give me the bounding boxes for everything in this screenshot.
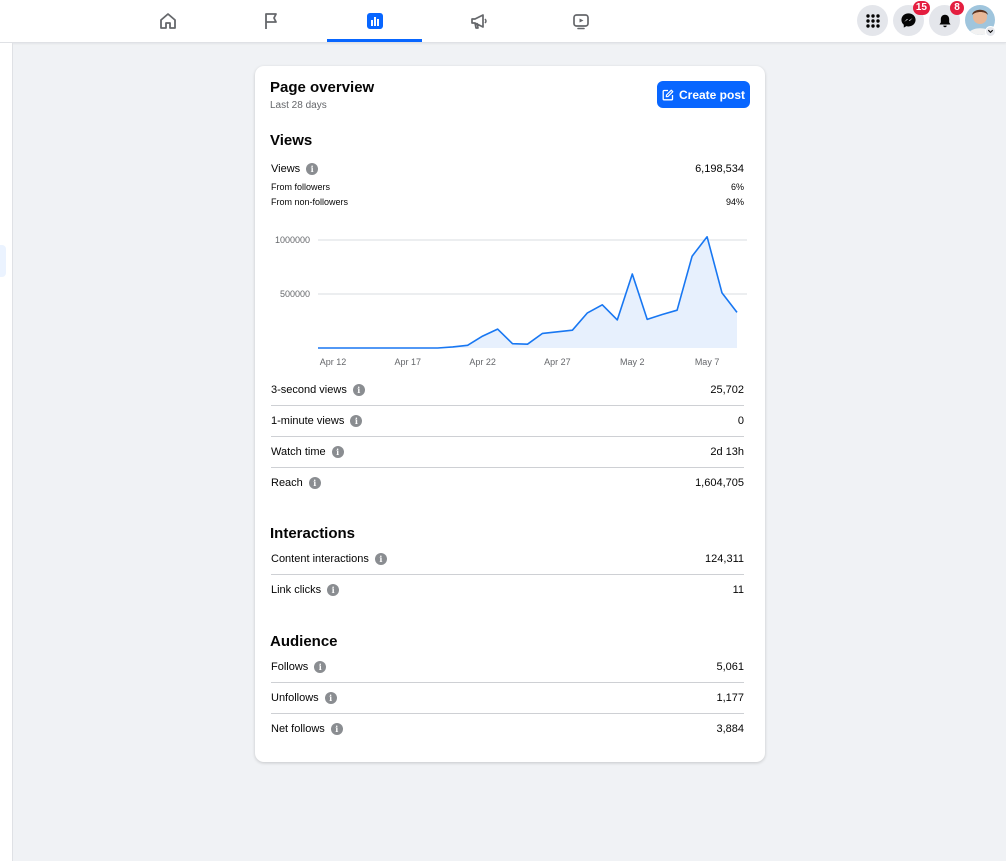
metric-value: 2d 13h — [710, 446, 744, 458]
info-icon[interactable]: i — [350, 415, 363, 427]
info-icon[interactable]: i — [327, 584, 340, 596]
nav-tab-home[interactable] — [120, 0, 215, 42]
metric-value: 11 — [732, 584, 744, 596]
info-icon[interactable]: i — [331, 446, 344, 458]
audience-heading: Audience — [270, 633, 338, 650]
grid-menu-icon — [865, 13, 880, 28]
y-tick-label: 500000 — [280, 289, 310, 299]
sidebar-active-indicator — [0, 245, 6, 277]
nav-tab-video[interactable] — [533, 0, 628, 42]
nav-tab-pages[interactable] — [223, 0, 318, 42]
metric-label: 3-second views — [271, 384, 347, 396]
x-tick-label: Apr 22 — [469, 357, 496, 367]
notifications-button[interactable]: 8 — [929, 1, 964, 36]
metric-value: 5,061 — [716, 661, 744, 673]
y-tick-label: 1000000 — [275, 235, 310, 245]
metric-value: 0 — [737, 415, 744, 427]
metric-value: 1,604,705 — [695, 477, 744, 489]
views-area — [318, 236, 737, 348]
one-minute-views-row: 1-minute views i 0 — [271, 412, 744, 437]
megaphone-icon — [470, 14, 487, 29]
info-icon[interactable]: i — [308, 477, 321, 489]
views-total-row: Views i 6,198,534 — [271, 160, 744, 184]
metric-label: From followers — [271, 182, 331, 192]
nav-tab-ads[interactable] — [431, 0, 526, 42]
metric-value: 124,311 — [705, 553, 744, 565]
x-tick-label: May 2 — [620, 357, 645, 367]
top-navigation-bar: 15 8 — [0, 0, 1006, 43]
metric-value: 94% — [725, 197, 744, 207]
metric-label: Content interactions — [271, 553, 369, 565]
page-title: Page overview — [270, 79, 375, 96]
metric-label: Follows — [271, 661, 309, 673]
flag-icon — [264, 13, 277, 29]
metric-value: 3,884 — [716, 723, 744, 735]
views-heading: Views — [270, 132, 313, 149]
messenger-icon — [901, 13, 916, 28]
menu-button[interactable] — [857, 5, 888, 36]
insights-icon — [366, 13, 383, 29]
create-post-label: Create post — [678, 87, 746, 102]
x-tick-label: Apr 27 — [544, 357, 571, 367]
chevron-down-icon — [987, 29, 994, 34]
notifications-badge: 8 — [950, 1, 964, 15]
metric-label: Watch time — [271, 446, 326, 458]
metric-label: From non-followers — [271, 197, 349, 207]
from-non-followers-row: From non-followers 94% — [271, 197, 744, 211]
content-interactions-row: Content interactions i 124,311 — [271, 550, 744, 575]
x-tick-label: Apr 12 — [320, 357, 347, 367]
net-follows-row: Net follows i 3,884 — [271, 720, 744, 744]
messenger-badge: 15 — [912, 1, 930, 15]
date-range-label: Last 28 days — [270, 100, 327, 111]
interactions-heading: Interactions — [270, 525, 356, 542]
follows-row: Follows i 5,061 — [271, 658, 744, 683]
edit-icon — [662, 89, 674, 100]
x-tick-label: Apr 17 — [395, 357, 422, 367]
account-chevron[interactable] — [985, 26, 996, 37]
video-icon — [572, 14, 589, 30]
link-clicks-row: Link clicks i 11 — [271, 581, 744, 605]
watch-time-row: Watch time i 2d 13h — [271, 443, 744, 468]
metric-label: Net follows — [271, 723, 325, 735]
info-icon[interactable]: i — [306, 163, 319, 175]
home-icon — [159, 13, 176, 29]
from-followers-row: From followers 6% — [271, 182, 744, 196]
reach-row: Reach i 1,604,705 — [271, 474, 744, 498]
metric-value: 1,177 — [716, 692, 744, 704]
metric-value: 25,702 — [710, 384, 744, 396]
info-icon[interactable]: i — [374, 553, 387, 565]
page-overview-card: Page overview Last 28 days Create post V… — [255, 66, 765, 762]
unfollows-row: Unfollows i 1,177 — [271, 689, 744, 714]
metric-label: Reach — [271, 477, 303, 489]
metric-label: Link clicks — [271, 584, 322, 596]
metric-label: 1-minute views — [271, 415, 345, 427]
three-second-views-row: 3-second views i 25,702 — [271, 381, 744, 406]
create-post-button[interactable]: Create post — [657, 81, 750, 108]
info-icon[interactable]: i — [324, 692, 337, 704]
metric-value: 6,198,534 — [695, 163, 744, 175]
metric-label: Unfollows — [271, 692, 319, 704]
messenger-button[interactable]: 15 — [893, 1, 930, 36]
info-icon[interactable]: i — [314, 661, 327, 673]
info-icon[interactable]: i — [352, 384, 365, 396]
bell-icon — [938, 14, 951, 27]
views-chart: 1000000 500000 Apr 12 Apr 17 Apr 22 Apr 27 May… — [275, 235, 747, 367]
nav-tab-insights[interactable] — [327, 0, 422, 42]
info-icon[interactable]: i — [330, 723, 343, 735]
metric-label: Views — [271, 163, 301, 175]
left-sidebar — [0, 43, 13, 861]
x-tick-label: May 7 — [695, 357, 720, 367]
metric-value: 6% — [730, 182, 744, 192]
